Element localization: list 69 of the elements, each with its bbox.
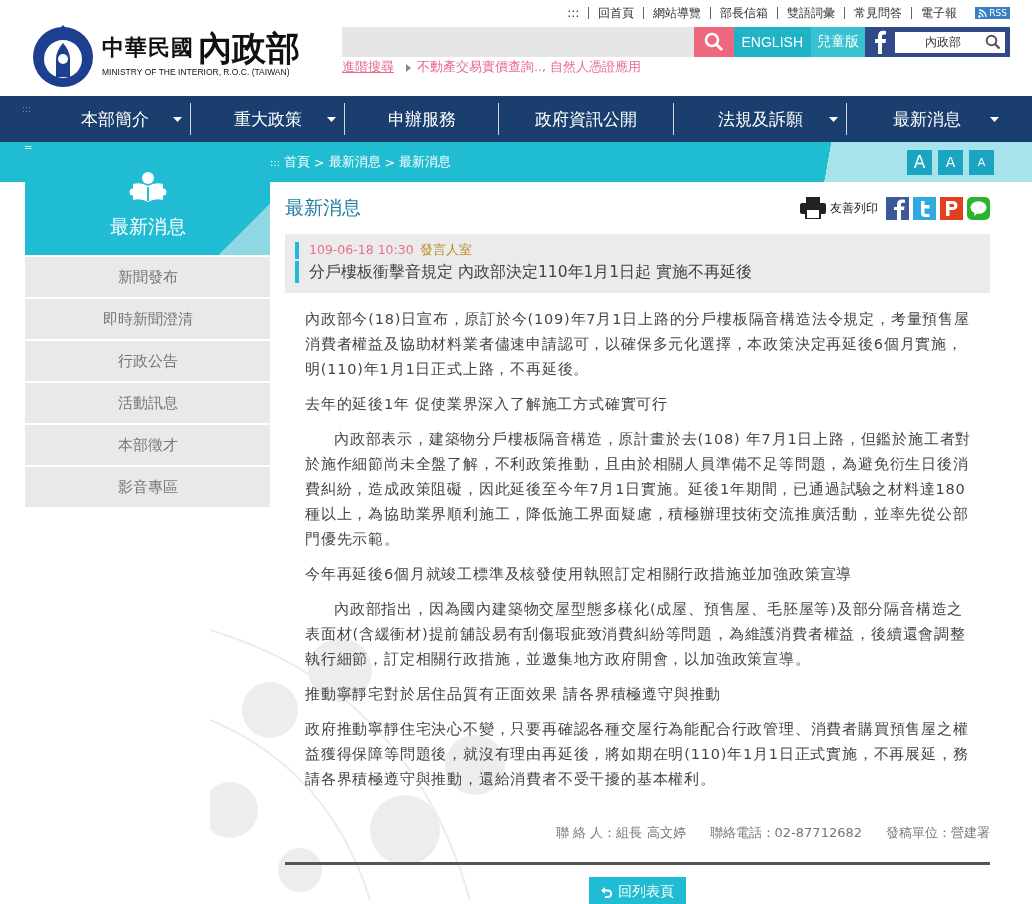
section-heading: 推動寧靜宅對於居住品質有正面效果 請各界積極遵守與推動 <box>305 685 723 704</box>
contact-info: 聯絡電話：02-87712682 <box>709 824 862 842</box>
advanced-search-link[interactable]: 進階搜尋 <box>342 59 394 76</box>
nav-item[interactable]: 最新消息 <box>847 103 1007 135</box>
sidebar-item[interactable]: 即時新聞澄清 <box>25 299 270 339</box>
logo-subtitle: MINISTRY OF THE INTERIOR, R.O.C. (TAIWAN) <box>102 66 291 77</box>
back-to-list-button[interactable]: 回列表頁 <box>589 877 686 904</box>
triangle-icon <box>406 63 411 72</box>
nav-item[interactable]: 本部簡介 <box>40 103 191 135</box>
article-unit: 發言人室 <box>419 242 472 259</box>
paragraph: 內政部今(18)日宣布，原訂於今(109)年7月1日上路的分戶樓板隔音構造法令規定，考量預售屋消費者權益及協助材料業者儘速申請認可，以確保多元化選擇，本政策決定再延後6個月實施，明(110)年1月1日正式上路，不再延後。 <box>305 310 971 379</box>
search-button[interactable] <box>693 27 734 57</box>
top-link[interactable]: 網站導覽 <box>643 7 711 19</box>
line-share-icon[interactable] <box>967 196 990 220</box>
paragraph: 政府推動寧靜住宅決心不變，只要再確認各種交屋行為能配合行政管理、消費者購買預售屋之權益獲得保障等問題後，就沒有理由再延後，將如期在明(110)年1月1日正式實施，不再展延，務請各界積極遵守與推動，還給消費者不受干擾的基本權利。 <box>305 720 970 789</box>
return-arrow-icon <box>601 886 612 898</box>
top-link[interactable]: 常見問答 <box>844 7 912 19</box>
breadcrumb-link[interactable]: 首頁 <box>284 153 311 171</box>
sidebar-title: 最新消息 <box>109 214 186 239</box>
logo-title: 中華民國 <box>102 33 194 62</box>
sidebar-item[interactable]: 活動訊息 <box>25 383 270 423</box>
book-icon <box>128 170 167 204</box>
logo-calligraphy: 內政部 <box>198 31 300 67</box>
font-size-button[interactable]: A <box>907 149 932 175</box>
font-size-button[interactable]: A <box>938 149 963 175</box>
top-link[interactable]: 部長信箱 <box>710 7 778 19</box>
top-link[interactable]: ::: <box>558 7 589 19</box>
section-heading: 今年再延後6個月就竣工標準及核發使用執照訂定相關行政措施並加強政策宣導 <box>305 565 854 584</box>
breadcrumb-separator: > <box>384 154 396 170</box>
contact-info: 發稿單位：營建署 <box>886 824 990 842</box>
sidebar-item[interactable]: 本部徵才 <box>25 425 270 465</box>
nav-item[interactable]: 法規及訴願 <box>674 103 847 135</box>
sidebar-marker: = <box>24 143 33 153</box>
sidebar-item[interactable]: 行政公告 <box>25 341 270 381</box>
site-search-field[interactable]: 內政部 <box>895 31 1005 53</box>
sidebar-item[interactable]: 新聞發布 <box>25 257 270 297</box>
kids-link[interactable]: 兒童版 <box>811 27 865 57</box>
print-link[interactable]: 友善列印 <box>800 197 878 219</box>
nav-item[interactable]: 重大政策 <box>191 103 345 135</box>
facebook-share-icon[interactable] <box>886 196 909 220</box>
sidebar-item[interactable]: 影音專區 <box>25 467 270 507</box>
nav-marker: ::: <box>21 103 33 116</box>
breadcrumb-link[interactable]: 最新消息 <box>399 153 452 171</box>
facebook-icon[interactable] <box>873 30 887 54</box>
rss-link[interactable]: RSS <box>975 7 1010 19</box>
search-icon <box>703 32 724 52</box>
contact-info: 聯 絡 人：組長 高文婷 <box>556 824 686 842</box>
breadcrumb-separator: > <box>314 154 325 170</box>
article-title: 分戶樓板衝擊音規定 內政部決定110年1月1日起 實施不再延後 <box>295 261 980 283</box>
paragraph: 內政部指出，因為國內建築物交屋型態多樣化(成屋、預售屋、毛胚屋等)及部分隔音構造之表面材(含緩衝材)提前舖設易有刮傷瑕疵致消費糾紛等問題，為維護消費者權益，後續還會調整執行細節，訂定相關行政措施，並邀集地方政府開會，以加強政策宣導。 <box>305 600 967 669</box>
top-link[interactable]: 電子報 <box>911 7 967 19</box>
nav-item[interactable]: 政府資訊公開 <box>499 103 674 135</box>
rss-icon <box>978 8 988 18</box>
font-size-button[interactable]: A <box>969 149 994 175</box>
breadcrumb-marker: ::: <box>270 156 281 168</box>
search-icon <box>985 34 1001 50</box>
printer-icon <box>800 197 826 219</box>
page-title: 最新消息 <box>285 195 361 220</box>
top-link[interactable]: 回首頁 <box>588 7 644 19</box>
nav-item[interactable]: 申辦服務 <box>345 103 499 135</box>
search-field[interactable] <box>342 27 694 57</box>
hot-keywords-link[interactable]: 不動產交易實價查詢.., 自然人憑證應用 <box>417 59 641 76</box>
english-link[interactable]: ENGLISH <box>733 27 811 57</box>
paragraph: 內政部表示，建築物分戶樓板隔音構造，原計畫於去(108) 年7月1日上路，但鑑於施工者對於施作細節尚未全盤了解，不利政策推動，且由於相關人員準備不足等問題，為避免衍生日後消費糾紛，造成政策阻礙，因此延後至今年7月1日實施。延後1年期間，已通過試驗之材料達180種以上，為協助業界順利施工，降低施工界面疑慮，積極辦理技術交流推廣活動，並率先從公部門優先示範。 <box>305 430 973 549</box>
plurk-share-icon[interactable] <box>940 196 963 220</box>
top-link[interactable]: 雙語詞彙 <box>777 7 845 19</box>
section-heading: 去年的延後1年 促使業界深入了解施工方式確實可行 <box>305 395 670 414</box>
breadcrumb-link[interactable]: 最新消息 <box>328 153 381 171</box>
article-date: 109-06-18 10:30 <box>309 242 414 259</box>
